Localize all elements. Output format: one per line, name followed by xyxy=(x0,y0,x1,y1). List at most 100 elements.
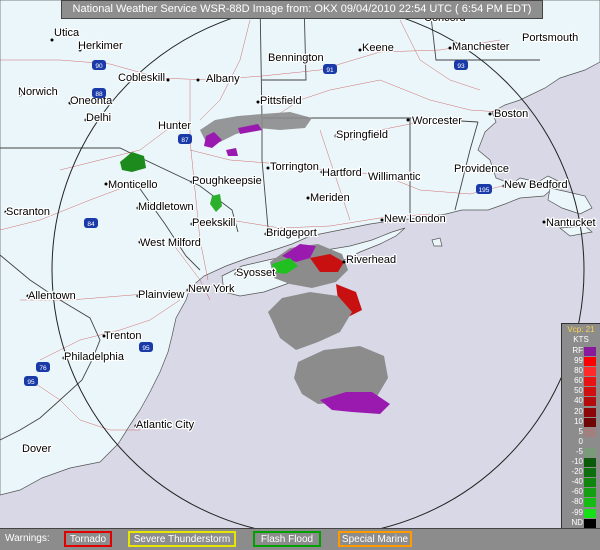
svg-text:76: 76 xyxy=(39,365,47,372)
legend-entry: 20 xyxy=(562,407,600,417)
legend-swatch xyxy=(584,447,596,457)
legend-entry-label: ND xyxy=(571,517,583,527)
legend-vcp: Vcp: 21 xyxy=(567,325,595,334)
legend-entry-label: 10 xyxy=(574,416,583,426)
city-label: Manchester xyxy=(452,41,510,53)
city-label: Atlantic City xyxy=(136,419,195,431)
legend-swatch xyxy=(584,468,596,478)
city-label: Oneonta xyxy=(70,95,113,107)
legend-entry: 99 xyxy=(562,356,600,367)
legend-entry-label: -10 xyxy=(571,457,583,467)
legend-entry-label: 0 xyxy=(578,436,583,446)
legend-entry-label: -80 xyxy=(571,497,583,507)
svg-text:88: 88 xyxy=(95,91,103,98)
interstate-shield: 90 xyxy=(92,60,106,70)
city-label: Nantucket xyxy=(546,217,596,229)
legend-entry: 80 xyxy=(562,366,600,377)
warning-tornado-button[interactable]: Tornado xyxy=(64,531,112,547)
city-label: Hunter xyxy=(158,120,191,132)
city-label: Torrington xyxy=(270,161,319,173)
svg-text:90: 90 xyxy=(95,63,103,70)
legend-entry: -80 xyxy=(562,497,600,508)
svg-text:93: 93 xyxy=(457,63,465,70)
legend-entry-label: 5 xyxy=(578,426,583,436)
city-label: Utica xyxy=(54,27,80,39)
interstate-shield: 91 xyxy=(323,64,337,74)
legend-entry: RF xyxy=(562,346,600,356)
legend-units: KTS xyxy=(573,335,589,344)
legend-entry: 50 xyxy=(562,386,600,397)
city-label: Albany xyxy=(206,73,240,85)
legend-swatch xyxy=(584,417,596,427)
city-label: Keene xyxy=(362,42,394,54)
legend-swatch xyxy=(584,367,596,377)
city-label: Meriden xyxy=(310,192,350,204)
legend-entry-label: 99 xyxy=(574,356,583,366)
legend-entry: 5 xyxy=(562,427,600,437)
legend-swatch xyxy=(584,518,596,528)
legend-entry: -5 xyxy=(562,447,600,457)
city-label: Monticello xyxy=(108,179,158,191)
legend-entry-label: 50 xyxy=(574,386,583,396)
interstate-shield: 95 xyxy=(139,342,153,352)
legend-entry: ND xyxy=(562,518,600,528)
city-label: Riverhead xyxy=(346,254,396,266)
city-label: West Milford xyxy=(140,237,201,249)
city-label: Herkimer xyxy=(78,40,123,52)
city-label: Hartford xyxy=(322,167,362,179)
warning-special-marine-button[interactable]: Special Marine xyxy=(338,531,412,547)
city-label: Peekskill xyxy=(192,217,235,229)
city-label: Boston xyxy=(494,108,528,120)
city-label: Cobleskill xyxy=(118,72,165,84)
legend-entry: -10 xyxy=(562,457,600,468)
city-label: Pittsfield xyxy=(260,95,302,107)
warnings-bar: Warnings: Tornado Severe Thunderstorm Fl… xyxy=(0,528,600,550)
image-title: National Weather Service WSR-88D Image f… xyxy=(61,0,543,19)
legend-entry: 60 xyxy=(562,376,600,387)
legend-entry-label: -99 xyxy=(571,507,583,517)
city-label: Plainview xyxy=(138,289,185,301)
radar-viewer: Utica Herkimer Concord Cobleskill Albany… xyxy=(0,0,600,550)
legend-entry-label: 60 xyxy=(574,376,583,386)
city-label: New York xyxy=(188,283,235,295)
legend-swatch xyxy=(584,347,596,356)
city-label: Syosset xyxy=(236,267,275,279)
legend-swatch xyxy=(584,498,596,508)
legend-entry: -99 xyxy=(562,508,600,518)
interstate-shield: 87 xyxy=(178,134,192,144)
legend-entry-label: RF xyxy=(572,346,583,355)
city-label: Poughkeepsie xyxy=(192,175,262,187)
city-label: Willimantic xyxy=(368,171,421,183)
city-label: New Bedford xyxy=(504,179,568,191)
warnings-label: Warnings: xyxy=(5,533,50,544)
interstate-shield: 93 xyxy=(454,60,468,70)
legend-swatch xyxy=(584,427,596,437)
warning-severe-thunderstorm-button[interactable]: Severe Thunderstorm xyxy=(128,531,236,547)
legend-entry-label: -20 xyxy=(571,467,583,477)
city-label: Norwich xyxy=(18,86,58,98)
legend-entry-label: 20 xyxy=(574,406,583,416)
city-label: Allentown xyxy=(28,290,76,302)
legend-swatch xyxy=(584,407,596,417)
svg-text:87: 87 xyxy=(181,137,189,144)
legend-swatch xyxy=(584,508,596,518)
svg-text:84: 84 xyxy=(87,221,95,228)
warning-flash-flood-button[interactable]: Flash Flood xyxy=(253,531,321,547)
velocity-legend: Vcp: 21 KTS RF 99 80 60 50 40 20 10 5 0 -5 -10 -20 -4… xyxy=(561,323,600,545)
city-label: Scranton xyxy=(6,206,50,218)
city-label: Delhi xyxy=(86,112,111,124)
city-label: New London xyxy=(384,213,446,225)
legend-entry: -40 xyxy=(562,477,600,488)
interstate-shield: 88 xyxy=(92,88,106,98)
interstate-shield: 84 xyxy=(84,218,98,228)
legend-swatch xyxy=(584,437,596,447)
city-label: Bennington xyxy=(268,52,324,64)
city-label: Springfield xyxy=(336,129,388,141)
city-label: Providence xyxy=(454,163,509,175)
legend-swatch xyxy=(584,387,596,397)
legend-header: Vcp: 21 KTS xyxy=(562,324,600,346)
legend-swatch xyxy=(584,488,596,498)
city-label: Trenton xyxy=(104,330,142,342)
legend-entry: -20 xyxy=(562,467,600,478)
city-label: Middletown xyxy=(138,201,194,213)
